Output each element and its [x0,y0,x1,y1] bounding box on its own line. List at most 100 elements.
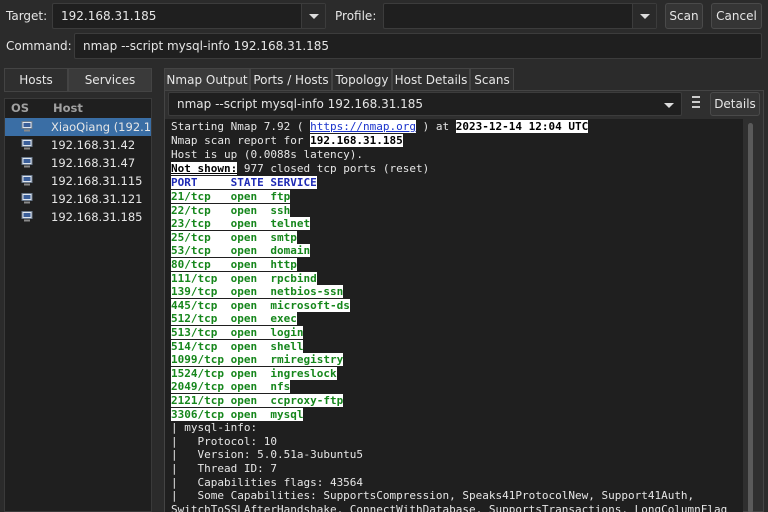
port-service: login [270,326,304,339]
port-service: mysql [270,407,304,421]
port-number: 25/tcp [171,230,211,244]
port-row: 2121/tcp open ccproxy-ftp [171,394,344,408]
port-row: 22/tcp open ssh [171,203,291,218]
output-line: Not shown: 977 closed tcp ports (reset) [171,162,429,176]
port-state: open [230,203,258,217]
command-value[interactable]: nmap --script mysql-info 192.168.31.185 [83,39,329,53]
command-input[interactable]: nmap --script mysql-info 192.168.31.185 [74,33,762,59]
script-output-line: | Thread ID: 7 [171,462,277,475]
port-state: open [230,217,258,231]
port-number: 512/tcp [171,312,218,326]
os-icon [21,121,33,132]
target-combobox[interactable]: 192.168.31.185 [52,3,326,29]
port-service: smtp [270,230,297,244]
port-row: 512/tcp open exec [171,312,297,326]
details-button[interactable]: Details [710,92,760,116]
host-list-item[interactable]: 192.168.31.121 [5,190,151,208]
target-label: Target: [6,9,48,23]
output-text: 977 closed tcp ports (reset) [237,162,430,175]
column-host[interactable]: Host [53,101,83,115]
host-list-item[interactable]: 192.168.31.115 [5,172,151,190]
host-name: 192.168.31.115 [51,174,143,188]
tab-scans[interactable]: Scans [470,68,514,90]
host-name: 192.168.31.185 [51,210,143,224]
chevron-down-icon[interactable] [632,4,656,28]
nmap-output-panel: nmap --script mysql-info 192.168.31.185 … [164,90,764,512]
port-state: open [230,298,258,312]
column-os[interactable]: OS [11,101,29,115]
cancel-button[interactable]: Cancel [711,3,762,29]
port-number: 111/tcp [171,271,218,285]
port-state: open [230,339,258,353]
port-header-text: PORT STATE SERVICE [171,176,317,189]
port-row: 1099/tcp open rmiregistry [171,353,344,367]
chevron-down-icon[interactable] [657,93,681,115]
port-row: 23/tcp open telnet [171,217,311,231]
port-row: 514/tcp open shell [171,339,304,354]
port-service: rpcbind [270,271,317,285]
host-list-header: OS Host [5,99,151,117]
port-service: shell [270,339,304,353]
port-state: open [230,326,258,339]
port-table-header: PORT STATE SERVICE [171,176,317,190]
host-name: 192.168.31.47 [51,156,136,170]
port-number: 513/tcp [171,326,218,339]
output-line: Host is up (0.0088s latency). [171,148,364,161]
port-service: ccproxy-ftp [270,394,344,407]
port-service: domain [270,244,311,258]
port-row: 513/tcp open login [171,326,304,340]
output-scrollbar[interactable] [748,123,753,512]
port-state: open [230,230,258,244]
port-state: open [230,244,258,258]
port-service: http [270,258,297,271]
port-service: microsoft-ds [270,298,350,312]
scan-button[interactable]: Scan [665,3,703,29]
port-state: open [230,285,258,299]
output-text: Nmap scan report for [171,134,311,147]
port-number: 2121/tcp [171,394,224,407]
tab-hosts[interactable]: Hosts [4,68,68,92]
host-list-item[interactable]: 192.168.31.185 [5,208,151,226]
port-number: 2049/tcp [171,380,224,394]
port-row: 1524/tcp open ingreslock [171,366,337,381]
chevron-down-icon[interactable] [301,4,325,28]
port-service: nfs [270,380,291,394]
tab-topology[interactable]: Topology [332,68,392,90]
port-row: 111/tcp open rpcbind [171,271,317,286]
output-line: Nmap scan report for 192.168.31.185 [171,134,403,148]
port-state: open [230,394,258,407]
port-state: open [230,366,258,380]
scan-select[interactable]: nmap --script mysql-info 192.168.31.185 [168,92,682,116]
command-label: Command: [6,39,72,53]
tab-host-details[interactable]: Host Details [392,68,470,90]
list-icon[interactable] [692,96,700,108]
os-icon [21,157,33,168]
host-list-item[interactable]: 192.168.31.42 [5,136,151,154]
port-row: 139/tcp open netbios-ssn [171,285,344,299]
port-number: 139/tcp [171,285,218,299]
port-number: 21/tcp [171,190,211,203]
port-state: open [230,271,258,285]
port-number: 23/tcp [171,217,211,231]
port-row: 21/tcp open ftp [171,190,291,204]
target-value[interactable]: 192.168.31.185 [61,9,156,23]
tab-ports-hosts[interactable]: Ports / Hosts [250,68,332,90]
script-output-line: | Protocol: 10 [171,434,277,448]
profile-combobox[interactable] [383,3,657,29]
scan-select-value[interactable]: nmap --script mysql-info 192.168.31.185 [177,97,423,111]
port-service: netbios-ssn [270,285,344,299]
tab-services[interactable]: Services [68,68,152,92]
host-list-item[interactable]: 192.168.31.47 [5,154,151,172]
port-state: open [230,380,258,394]
host-list-item[interactable]: XiaoQiang (192.168.31.1) [5,118,151,136]
scan-target-ip: 192.168.31.185 [310,134,403,147]
script-output-line: | Version: 5.0.51a-3ubuntu5 [171,448,364,462]
port-number: 1099/tcp [171,353,224,367]
port-service: ingreslock [270,366,337,380]
port-service: exec [270,312,297,326]
port-row: 2049/tcp open nfs [171,380,291,394]
os-icon [21,139,33,150]
nmap-link[interactable]: https://nmap.org [310,120,417,133]
os-icon [21,175,33,186]
tab-nmap-output[interactable]: Nmap Output [164,68,250,90]
